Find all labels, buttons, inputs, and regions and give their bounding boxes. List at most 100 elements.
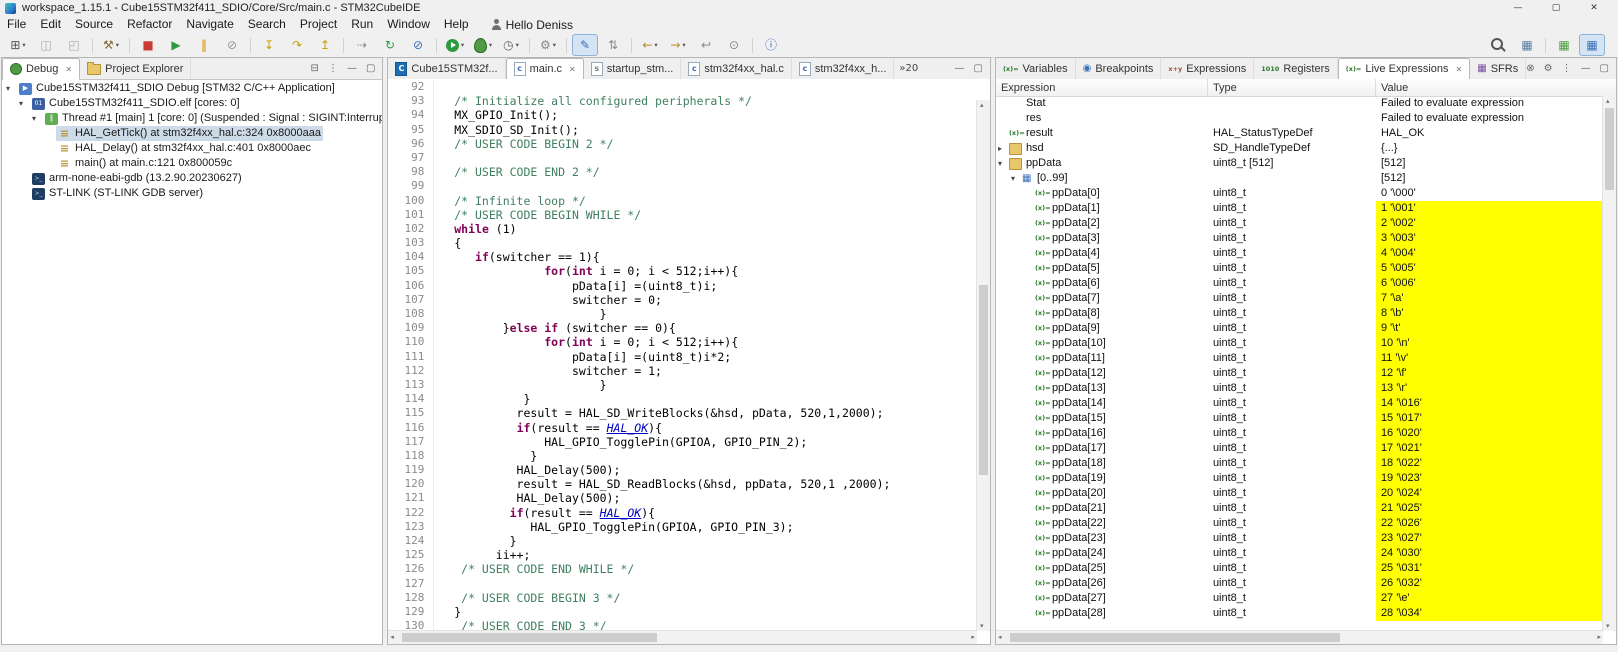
editor-tab-cube15stm32f[interactable]: C Cube15STM32f... <box>388 58 506 79</box>
expression-row[interactable]: (x)= ppData[9] uint8_t 9 '\t' <box>996 321 1603 336</box>
expression-row[interactable]: (x)= result HAL_StatusTypeDef HAL_OK <box>996 126 1603 141</box>
expander-icon[interactable]: ▾ <box>1011 171 1022 186</box>
view-tab-expressions[interactable]: x+y Expressions <box>1161 58 1255 79</box>
expression-row[interactable]: (x)= ppData[26] uint8_t 26 '\032' <box>996 576 1603 591</box>
maximize-view-icon[interactable]: ▢ <box>1600 63 1609 74</box>
search-button[interactable] <box>1486 34 1512 56</box>
editor-tab-stm32f4xx-h[interactable]: c stm32f4xx_h... <box>792 58 895 79</box>
expression-row[interactable]: (x)= ppData[1] uint8_t 1 '\001' <box>996 201 1603 216</box>
expression-row[interactable]: (x)= ppData[18] uint8_t 18 '\022' <box>996 456 1603 471</box>
maximize-view-icon[interactable]: ▢ <box>973 63 982 74</box>
expander-icon[interactable]: ▸ <box>998 141 1009 156</box>
scroll-left-icon[interactable]: ◂ <box>998 633 1002 641</box>
info-button[interactable]: ⓘ <box>758 34 784 56</box>
scroll-right-icon[interactable]: ▸ <box>971 633 975 641</box>
expression-row[interactable]: (x)= ppData[27] uint8_t 27 '\e' <box>996 591 1603 606</box>
view-tab-registers[interactable]: 1010 Registers <box>1254 58 1338 79</box>
menu-navigate[interactable]: Navigate <box>179 17 240 31</box>
editor-tab-stm32f4xx-hal-c[interactable]: c stm32f4xx_hal.c <box>681 58 792 79</box>
debug-tree-node[interactable]: ≡ HAL_Delay() at stm32f4xx_hal.c:401 0x80… <box>2 141 382 156</box>
maximize-window-button[interactable]: ▢ <box>1537 0 1575 16</box>
expressions-vertical-scrollbar[interactable]: ▴ ▾ <box>1602 96 1616 631</box>
save-button[interactable]: ◫ <box>33 34 59 56</box>
toggle-mark-occurrences-button[interactable]: ✎ <box>572 34 598 56</box>
editor-tab-startup-stm[interactable]: s startup_stm... <box>584 58 682 79</box>
editor-vertical-scrollbar[interactable]: ▴ ▾ <box>975 100 990 631</box>
view-tab-breakpoints[interactable]: ◉ Breakpoints <box>1076 58 1162 79</box>
expression-row[interactable]: (x)= ppData[6] uint8_t 6 '\006' <box>996 276 1603 291</box>
expression-row[interactable]: (x)= ppData[21] uint8_t 21 '\025' <box>996 501 1603 516</box>
cpp-perspective-button[interactable]: ▦ <box>1579 34 1605 56</box>
tab-overflow-indicator[interactable]: »20 <box>894 58 923 79</box>
view-menu-icon[interactable]: ⋮ <box>1562 63 1572 74</box>
menu-run[interactable]: Run <box>344 17 380 31</box>
expression-row[interactable]: (x)= ppData[7] uint8_t 7 '\a' <box>996 291 1603 306</box>
expression-row[interactable]: (x)= ppData[12] uint8_t 12 '\f' <box>996 366 1603 381</box>
expression-row[interactable]: Stat Failed to evaluate expression <box>996 96 1603 111</box>
scrollbar-thumb[interactable] <box>402 633 658 642</box>
view-tab-project-explorer[interactable]: Project Explorer <box>80 58 192 79</box>
debug-tree-node[interactable]: ▾ 01 Cube15STM32f411_SDIO.elf [cores: 0] <box>2 96 382 111</box>
view-tab-variables[interactable]: (x)= Variables <box>996 58 1076 79</box>
expression-row[interactable]: res Failed to evaluate expression <box>996 111 1603 126</box>
expression-row[interactable]: (x)= ppData[8] uint8_t 8 '\b' <box>996 306 1603 321</box>
scrollbar-thumb[interactable] <box>1605 108 1614 190</box>
expression-row[interactable]: (x)= ppData[4] uint8_t 4 '\004' <box>996 246 1603 261</box>
expression-row[interactable]: ▾ ▦ [0..99] [512] <box>996 171 1603 186</box>
minimize-view-icon[interactable]: — <box>1581 63 1591 74</box>
debug-tree-node[interactable]: ≡ HAL_GetTick() at stm32f4xx_hal.c:324 0x… <box>2 126 382 141</box>
maximize-view-icon[interactable]: ▢ <box>366 63 375 74</box>
expander-icon[interactable]: ▾ <box>998 156 1009 171</box>
forward-button[interactable]: → ▾ <box>665 34 691 56</box>
menu-edit[interactable]: Edit <box>33 17 68 31</box>
code-editor[interactable]: 92 93 /* Initialize all configured periph… <box>388 79 990 644</box>
debug-perspective-button[interactable]: ▦ <box>1551 34 1577 56</box>
expression-row[interactable]: (x)= ppData[15] uint8_t 15 '\017' <box>996 411 1603 426</box>
menu-refactor[interactable]: Refactor <box>120 17 179 31</box>
scroll-down-icon[interactable]: ▾ <box>980 622 984 630</box>
close-tab-icon[interactable]: ✕ <box>569 65 576 74</box>
column-header-type[interactable]: Type <box>1208 79 1376 96</box>
expander-icon[interactable]: ▾ <box>19 96 30 111</box>
close-window-button[interactable]: ✕ <box>1575 0 1613 16</box>
menu-file[interactable]: File <box>0 17 33 31</box>
remove-expression-icon[interactable]: ⊗ <box>1526 63 1534 74</box>
expression-row[interactable]: (x)= ppData[0] uint8_t 0 '\000' <box>996 186 1603 201</box>
back-button[interactable]: ← ▾ <box>637 34 663 56</box>
expression-row[interactable]: (x)= ppData[16] uint8_t 16 '\020' <box>996 426 1603 441</box>
run-button[interactable]: ▾ <box>442 34 468 56</box>
debug-tree-node[interactable]: ≡ main() at main.c:121 0x800059c <box>2 156 382 171</box>
editor-tab-main-c[interactable]: c main.c ✕ <box>505 58 584 80</box>
restart-button[interactable]: ↻ <box>377 34 403 56</box>
expression-row[interactable]: (x)= ppData[17] uint8_t 17 '\021' <box>996 441 1603 456</box>
suspend-button[interactable]: ‖ <box>191 34 217 56</box>
debug-tree-node[interactable]: >_ arm-none-eabi-gdb (13.2.90.20230627) <box>2 171 382 186</box>
debug-button[interactable]: ▾ <box>470 34 496 56</box>
minimize-view-icon[interactable]: — <box>347 63 357 74</box>
close-tab-icon[interactable]: ✕ <box>1456 65 1463 74</box>
menu-source[interactable]: Source <box>68 17 120 31</box>
save-all-button[interactable]: ◰ <box>61 34 87 56</box>
expression-row[interactable]: ▸ hsd SD_HandleTypeDef {...} <box>996 141 1603 156</box>
expression-row[interactable]: (x)= ppData[5] uint8_t 5 '\005' <box>996 261 1603 276</box>
menu-search[interactable]: Search <box>241 17 293 31</box>
expander-icon[interactable]: ▾ <box>6 81 17 96</box>
open-perspective-button[interactable]: ▦ <box>1514 34 1540 56</box>
close-tab-icon[interactable]: ✕ <box>65 65 72 74</box>
expression-row[interactable]: (x)= ppData[2] uint8_t 2 '\002' <box>996 216 1603 231</box>
view-tab-sfrs[interactable]: ▦ SFRs <box>1470 58 1527 79</box>
build-button[interactable]: ⚒ ▾ <box>98 34 124 56</box>
expressions-horizontal-scrollbar[interactable]: ◂ ▸ <box>995 630 1603 644</box>
step-return-button[interactable]: ↥ <box>312 34 338 56</box>
minimize-window-button[interactable]: — <box>1499 0 1537 16</box>
disconnect-button[interactable]: ⊘ <box>219 34 245 56</box>
menu-help[interactable]: Help <box>437 17 476 31</box>
debug-tree-node[interactable]: >_ ST-LINK (ST-LINK GDB server) <box>2 186 382 201</box>
menu-window[interactable]: Window <box>380 17 437 31</box>
settings-icon[interactable]: ⚙ <box>1544 63 1553 74</box>
debug-tree-node[interactable]: ▾ ∥ Thread #1 [main] 1 [core: 0] (Suspende… <box>2 111 382 126</box>
new-wizard-button[interactable]: ⊞ ▾ <box>5 34 31 56</box>
view-tab-debug[interactable]: Debug ✕ <box>2 58 81 80</box>
collapse-all-icon[interactable]: ⊟ <box>311 63 319 74</box>
expression-row[interactable]: (x)= ppData[11] uint8_t 11 '\v' <box>996 351 1603 366</box>
